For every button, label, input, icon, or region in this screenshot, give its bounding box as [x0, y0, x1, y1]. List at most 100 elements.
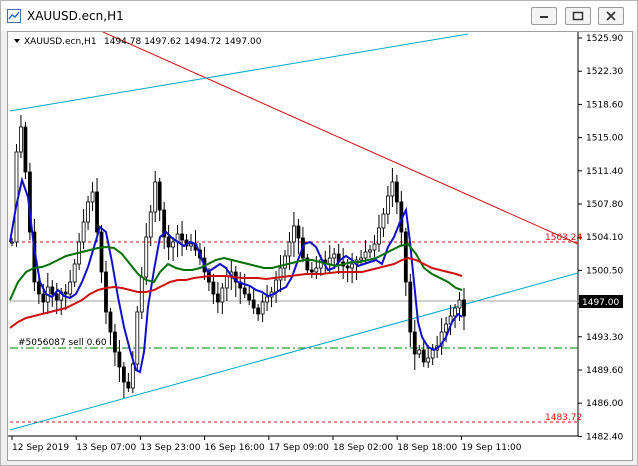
restore-button[interactable]: [565, 7, 591, 25]
upper-level-label: 1503.24: [545, 233, 582, 243]
time-tick-label: 13 Sep 23:00: [140, 443, 200, 453]
candle-body: [90, 191, 95, 203]
candle-body: [444, 323, 448, 333]
candle-body: [430, 349, 435, 359]
window-title: XAUUSD.ecn,H1: [27, 9, 124, 23]
close-icon: [606, 11, 616, 21]
candle-body: [309, 269, 314, 273]
candle-body: [368, 249, 372, 253]
candle-body: [139, 276, 144, 313]
candle-body: [220, 287, 225, 303]
candle-body: [386, 195, 390, 215]
candle-body: [381, 213, 386, 229]
candle-body: [345, 265, 350, 269]
ohlc-values: 1494.78 1497.62 1494.72 1497.00: [104, 37, 262, 47]
candle-body: [117, 351, 122, 368]
time-axis-labels: 12 Sep 2019 13 Sep 07:00 13 Sep 23:00 16 Se…: [11, 436, 522, 453]
time-tick-label: 18 Sep 18:00: [397, 443, 457, 453]
candle-body: [157, 181, 162, 211]
candle-body: [265, 296, 269, 303]
candle-body: [108, 311, 113, 333]
candle-body: [283, 255, 287, 269]
candle-body: [130, 363, 135, 389]
candle-body: [68, 281, 73, 295]
candle-body: [19, 126, 23, 153]
candle-body: [99, 231, 104, 273]
candle-body: [166, 236, 171, 248]
candle-body: [215, 293, 220, 303]
price-tick-label: 1515.00: [586, 134, 623, 144]
candle-body: [95, 191, 99, 233]
restore-icon: [572, 11, 584, 21]
candlestick-series: [10, 115, 466, 398]
candle-body: [247, 293, 252, 301]
candle-body: [408, 281, 413, 333]
candle-body: [426, 357, 431, 363]
candle-body: [135, 311, 140, 365]
candle-body: [462, 299, 466, 317]
order-label: #5056087 sell 0.60: [18, 338, 107, 348]
candle-body: [377, 227, 381, 245]
candle-body: [417, 349, 422, 355]
candle-body: [372, 243, 377, 251]
candle-body: [153, 181, 158, 213]
candle-body: [144, 236, 149, 278]
price-tick-label: 1482.40: [586, 432, 623, 442]
candle-body: [180, 233, 184, 241]
candle-body: [292, 225, 296, 243]
lower-channel-line: [9, 272, 579, 431]
candle-body: [421, 349, 426, 363]
candle-body: [113, 331, 117, 353]
price-tick-label: 1518.60: [586, 100, 623, 110]
candle-body: [457, 299, 462, 309]
candle-body: [332, 253, 337, 259]
price-axis-labels: 1525.90 1522.30 1518.60 1515.00 1511.40 1507.…: [578, 34, 623, 442]
price-tick-label: 1504.10: [586, 233, 623, 243]
candle-body: [403, 231, 408, 283]
candle-body: [81, 221, 86, 243]
candle-body: [260, 301, 265, 315]
red-trendline: [102, 32, 579, 245]
candle-body: [314, 267, 319, 273]
candle-body: [211, 281, 216, 295]
candle-body: [23, 126, 28, 173]
candle-body: [350, 263, 355, 269]
time-tick-label: 12 Sep 2019: [12, 443, 69, 453]
candle-body: [296, 225, 301, 239]
candle-body: [394, 181, 399, 203]
minimize-button[interactable]: [531, 7, 557, 25]
candle-body: [274, 279, 278, 293]
price-tick-label: 1493.30: [586, 333, 623, 343]
candle-body: [256, 307, 261, 315]
title-bar[interactable]: XAUUSD.ecn,H1: [1, 1, 637, 31]
candle-body: [171, 241, 176, 248]
candle-body: [412, 331, 417, 355]
close-button[interactable]: [598, 7, 624, 25]
price-chart[interactable]: 1525.90 1522.30 1518.60 1515.00 1511.40 1507.…: [8, 32, 632, 460]
chart-area[interactable]: 1525.90 1522.30 1518.60 1515.00 1511.40 1507.…: [7, 31, 633, 461]
price-tick-label: 1522.30: [586, 67, 623, 77]
candle-body: [224, 275, 229, 289]
candle-body: [63, 291, 68, 295]
time-tick-label: 16 Sep 16:00: [205, 443, 265, 453]
candle-body: [363, 251, 368, 259]
candle-body: [126, 381, 131, 389]
chart-symbol-label: XAUUSD.ecn,H1: [24, 37, 97, 47]
current-price-label: 1497.00: [582, 298, 619, 308]
time-tick-label: 18 Sep 02:00: [333, 443, 393, 453]
candle-body: [287, 241, 292, 257]
candle-body: [72, 263, 77, 283]
price-tick-label: 1507.80: [586, 200, 623, 210]
candle-body: [86, 201, 90, 223]
candle-body: [242, 287, 247, 295]
time-tick-label: 13 Sep 07:00: [76, 443, 136, 453]
candle-body: [41, 293, 46, 303]
candle-body: [189, 243, 193, 247]
chart-window-icon: [7, 9, 21, 23]
price-tick-label: 1489.60: [586, 366, 623, 376]
minimize-icon: [540, 16, 548, 18]
candle-body: [359, 257, 363, 261]
candle-body: [390, 181, 395, 197]
time-tick-label: 17 Sep 09:00: [269, 443, 329, 453]
chart-window: XAUUSD.ecn,H1 1525.90 1522.30 1518.60 15…: [0, 0, 638, 466]
